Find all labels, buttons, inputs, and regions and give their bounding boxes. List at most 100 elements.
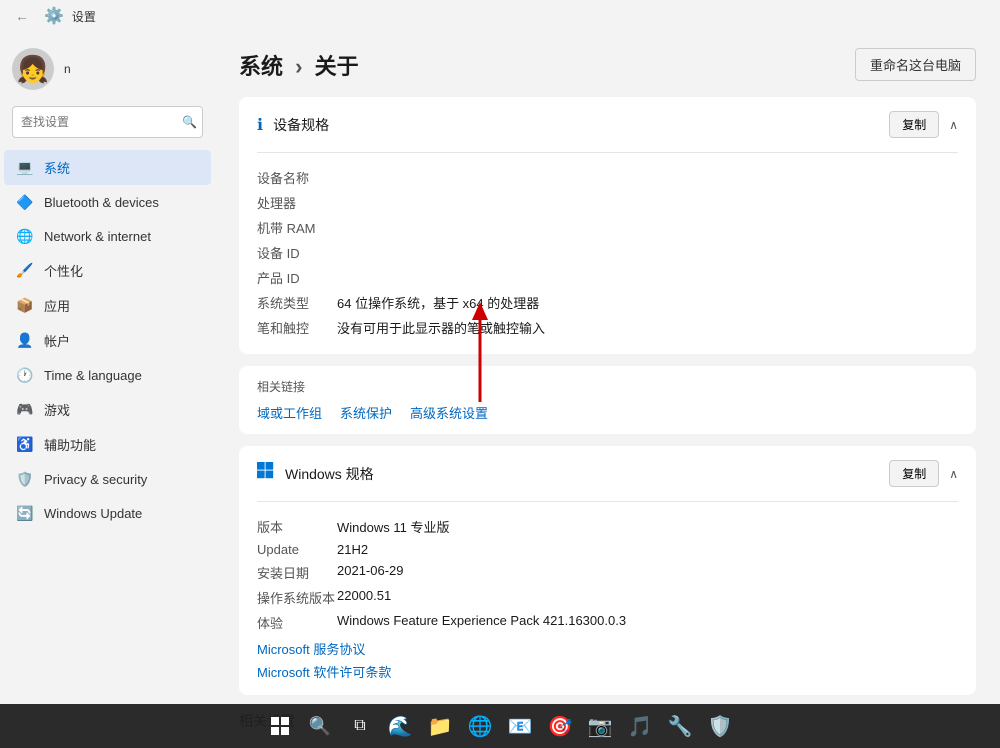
spec-row: 机带 RAM xyxy=(257,215,958,240)
main-content: 系统 › 关于 重命名这台电脑 ℹ 设备规格 复制 ∧ 设备名称 xyxy=(215,32,1000,748)
related-link-advanced[interactable]: 高级系统设置 xyxy=(410,403,488,422)
spec-label: 设备 ID xyxy=(257,243,337,262)
sidebar-item-label: 个性化 xyxy=(44,261,83,280)
related-links-row: 域或工作组 系统保护 高级系统设置 xyxy=(257,403,958,422)
spec-value: 21H2 xyxy=(337,542,368,557)
back-button[interactable]: ← xyxy=(8,2,36,30)
search-box: 🔍 xyxy=(12,106,203,138)
spec-value: Windows Feature Experience Pack 421.1630… xyxy=(337,613,626,632)
windows-specs-header-left: Windows 规格 xyxy=(257,462,374,485)
taskbar-taskview[interactable]: ⧉ xyxy=(342,708,378,744)
taskbar-app2[interactable]: 🎯 xyxy=(542,708,578,744)
spec-label: 体验 xyxy=(257,613,337,632)
chevron-up-icon: ∧ xyxy=(949,118,958,132)
apps-icon: 📦 xyxy=(16,297,34,315)
device-specs-body: 设备名称 处理器 机带 RAM 设备 ID 产品 ID xyxy=(239,153,976,354)
search-input[interactable] xyxy=(12,106,203,138)
spec-row: 安装日期 2021-06-29 xyxy=(257,560,958,585)
taskbar-app3[interactable]: 📷 xyxy=(582,708,618,744)
device-specs-title: 设备规格 xyxy=(273,115,329,135)
spec-row: 版本 Windows 11 专业版 xyxy=(257,514,958,539)
sidebar-item-accessibility[interactable]: ♿ 辅助功能 xyxy=(4,427,211,462)
privacy-icon: 🛡️ xyxy=(16,470,34,488)
rename-button[interactable]: 重命名这台电脑 xyxy=(855,48,976,81)
sidebar-item-windows-update[interactable]: 🔄 Windows Update xyxy=(4,496,211,530)
spec-value: 22000.51 xyxy=(337,588,391,607)
taskbar-explorer[interactable]: 📁 xyxy=(422,708,458,744)
personalize-icon: 🖌️ xyxy=(16,262,34,280)
spec-row: Update 21H2 xyxy=(257,539,958,560)
sidebar-item-network[interactable]: 🌐 Network & internet xyxy=(4,219,211,253)
taskbar-edge[interactable]: 🌊 xyxy=(382,708,418,744)
sidebar-item-label: Windows Update xyxy=(44,506,142,521)
app-container: 👧 n 🔍 💻 系统 🔷 Bluetooth & devices 🌐 Netwo… xyxy=(0,32,1000,748)
device-specs-header[interactable]: ℹ 设备规格 复制 ∧ xyxy=(239,97,976,152)
sidebar-item-accounts[interactable]: 👤 帐户 xyxy=(4,323,211,358)
title-bar: ← ⚙️ 设置 xyxy=(0,0,1000,32)
accessibility-icon: ♿ xyxy=(16,436,34,454)
spec-row: 笔和触控 没有可用于此显示器的笔或触控输入 xyxy=(257,315,958,340)
ms-service-link[interactable]: Microsoft 服务协议 xyxy=(257,639,958,658)
time-icon: 🕐 xyxy=(16,366,34,384)
system-icon: 💻 xyxy=(16,159,34,177)
search-icon: 🔍 xyxy=(182,115,197,129)
sidebar-item-privacy[interactable]: 🛡️ Privacy & security xyxy=(4,462,211,496)
spec-label: 系统类型 xyxy=(257,293,337,312)
breadcrumb-parent: 系统 xyxy=(239,54,283,79)
spec-value: 没有可用于此显示器的笔或触控输入 xyxy=(337,318,545,337)
device-specs-header-right: 复制 ∧ xyxy=(889,111,958,138)
spec-row: 设备 ID xyxy=(257,240,958,265)
spec-value: 64 位操作系统，基于 x64 的处理器 xyxy=(337,293,539,312)
device-specs-copy-button[interactable]: 复制 xyxy=(889,111,939,138)
spec-label: 操作系统版本 xyxy=(257,588,337,607)
title-bar-icon: ⚙️ xyxy=(44,6,64,26)
windows-specs-title: Windows 规格 xyxy=(285,464,374,484)
sidebar-item-bluetooth[interactable]: 🔷 Bluetooth & devices xyxy=(4,185,211,219)
taskbar-app6[interactable]: 🛡️ xyxy=(702,708,738,744)
sidebar-item-label: Privacy & security xyxy=(44,472,147,487)
taskbar: 🔍 ⧉ 🌊 📁 🌐 📧 🎯 📷 🎵 🔧 🛡️ xyxy=(0,704,1000,748)
taskbar-chrome[interactable]: 🌐 xyxy=(462,708,498,744)
network-icon: 🌐 xyxy=(16,227,34,245)
avatar: 👧 xyxy=(12,48,54,90)
breadcrumb-separator: › xyxy=(295,54,302,79)
related-link-domain[interactable]: 域或工作组 xyxy=(257,403,322,422)
sidebar-item-label: Bluetooth & devices xyxy=(44,195,159,210)
info-icon: ℹ xyxy=(257,115,263,135)
taskbar-search[interactable]: 🔍 xyxy=(302,708,338,744)
sidebar-item-label: 帐户 xyxy=(44,331,70,350)
windows-specs-copy-button[interactable]: 复制 xyxy=(889,460,939,487)
spec-row: 处理器 xyxy=(257,190,958,215)
accounts-icon: 👤 xyxy=(16,332,34,350)
related-links-bar: 相关链接 域或工作组 系统保护 高级系统设置 xyxy=(239,366,976,434)
windows-specs-header-right: 复制 ∧ xyxy=(889,460,958,487)
sidebar-item-gaming[interactable]: 🎮 游戏 xyxy=(4,392,211,427)
sidebar-item-time[interactable]: 🕐 Time & language xyxy=(4,358,211,392)
spec-row: 产品 ID xyxy=(257,265,958,290)
related-links-title: 相关链接 xyxy=(257,378,958,395)
sidebar-item-label: 游戏 xyxy=(44,400,70,419)
sidebar-item-system[interactable]: 💻 系统 xyxy=(4,150,211,185)
related-link-protection[interactable]: 系统保护 xyxy=(340,403,392,422)
sidebar-item-personalize[interactable]: 🖌️ 个性化 xyxy=(4,253,211,288)
spec-label: 安装日期 xyxy=(257,563,337,582)
spec-label: 产品 ID xyxy=(257,268,337,287)
spec-label: 机带 RAM xyxy=(257,218,337,237)
sidebar-item-label: 系统 xyxy=(44,158,70,177)
sidebar-item-apps[interactable]: 📦 应用 xyxy=(4,288,211,323)
taskbar-app1[interactable]: 📧 xyxy=(502,708,538,744)
taskbar-app5[interactable]: 🔧 xyxy=(662,708,698,744)
windows-update-icon: 🔄 xyxy=(16,504,34,522)
breadcrumb: 系统 › 关于 xyxy=(239,49,359,81)
device-specs-card: ℹ 设备规格 复制 ∧ 设备名称 处理器 机带 R xyxy=(239,97,976,354)
taskbar-app4[interactable]: 🎵 xyxy=(622,708,658,744)
ms-license-link[interactable]: Microsoft 软件许可条款 xyxy=(257,662,958,681)
title-bar-title: 设置 xyxy=(72,8,96,25)
spec-value: 2021-06-29 xyxy=(337,563,404,582)
device-specs-header-left: ℹ 设备规格 xyxy=(257,115,329,135)
windows-specs-header[interactable]: Windows 规格 复制 ∧ xyxy=(239,446,976,501)
sidebar: 👧 n 🔍 💻 系统 🔷 Bluetooth & devices 🌐 Netwo… xyxy=(0,32,215,748)
taskbar-start[interactable] xyxy=(262,708,298,744)
spec-row: 系统类型 64 位操作系统，基于 x64 的处理器 xyxy=(257,290,958,315)
breadcrumb-current: 关于 xyxy=(315,54,359,79)
